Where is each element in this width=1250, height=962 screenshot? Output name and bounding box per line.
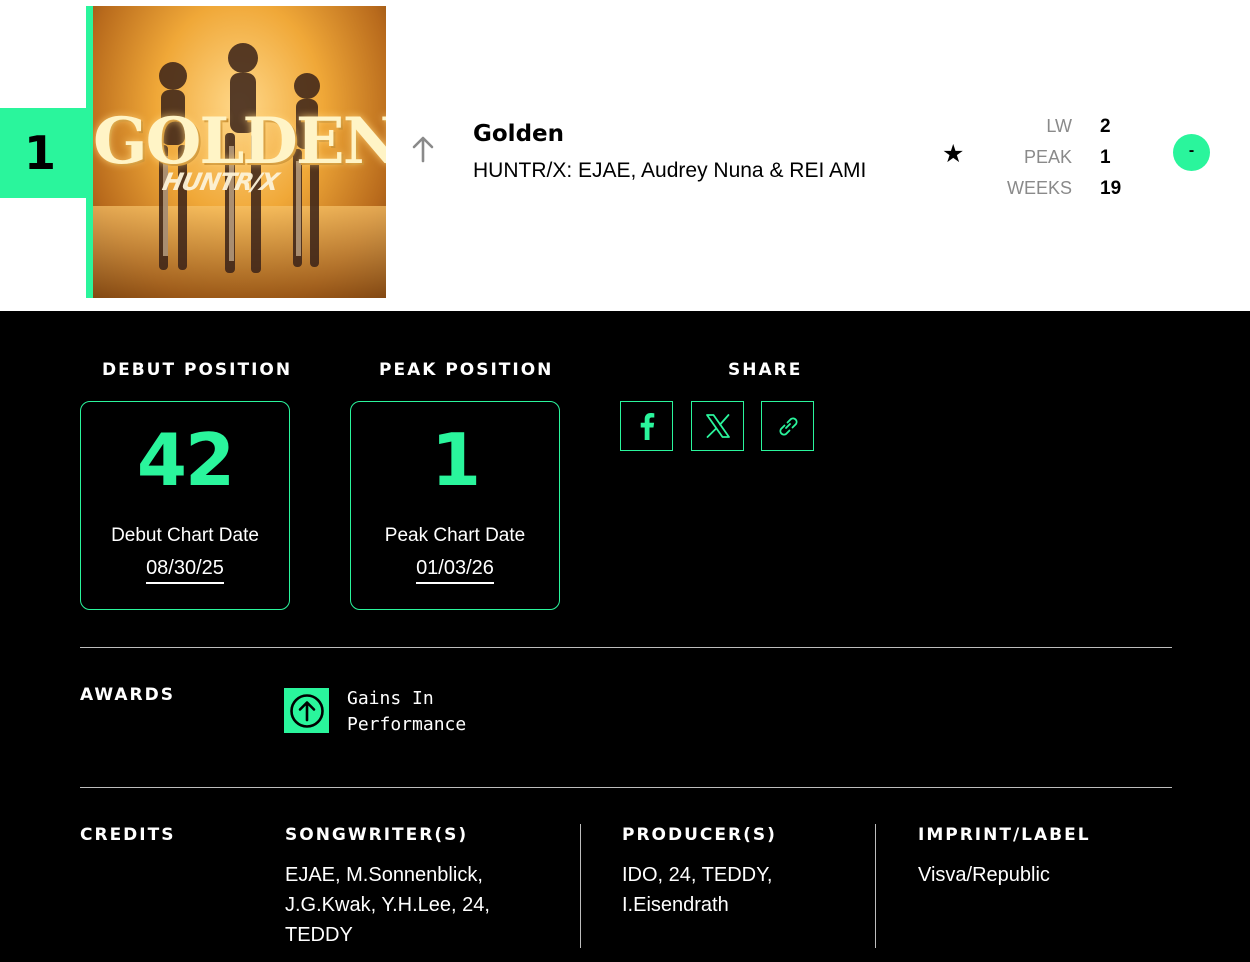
- award-line: Gains In: [347, 688, 434, 709]
- awards-heading: AWARDS: [80, 685, 175, 705]
- song-artist[interactable]: HUNTR/X: EJAE, Audrey Nuna & REI AMI: [473, 159, 866, 183]
- award-line: Performance: [347, 714, 467, 735]
- stat-label: PEAK: [1023, 147, 1072, 167]
- peak-position-number: 1: [430, 418, 481, 502]
- award-gains-in-performance: Gains In Performance: [347, 686, 547, 738]
- link-icon: [779, 417, 797, 436]
- stat-last-week: LW 2: [1000, 111, 1121, 142]
- collapse-toggle-button[interactable]: -: [1173, 134, 1210, 171]
- arrow-up-icon: [412, 136, 434, 163]
- star-icon: ★: [942, 139, 965, 168]
- cover-artist: HUNTR/X: [160, 168, 281, 196]
- share-facebook-button[interactable]: [620, 401, 673, 451]
- songwriters-list: EJAE, M.Sonnenblick, J.G.Kwak, Y.H.Lee, …: [285, 860, 490, 950]
- divider: [80, 787, 1172, 788]
- stat-weeks: WEEKS 19: [1000, 173, 1121, 204]
- imprint-label-heading: IMPRINT/LABEL: [918, 825, 1091, 845]
- album-cover[interactable]: GOLDEN HUNTR/X: [93, 6, 386, 298]
- song-title[interactable]: Golden: [473, 121, 564, 147]
- peak-position-heading: PEAK POSITION: [379, 360, 554, 380]
- chart-row[interactable]: 1 GOLDEN HUNTR/X Golden HUNTR/X: EJAE, A…: [0, 0, 1250, 311]
- peak-chart-date-link[interactable]: 01/03/26: [416, 557, 494, 584]
- credit-line: IDO, 24, TEDDY,: [622, 864, 773, 886]
- producers-heading: PRODUCER(S): [622, 825, 777, 845]
- debut-position-card: 42 Debut Chart Date 08/30/25: [80, 401, 290, 610]
- column-divider: [875, 824, 876, 948]
- songwriters-heading: SONGWRITER(S): [285, 825, 469, 845]
- share-x-button[interactable]: [691, 401, 744, 451]
- chart-stats: LW 2 PEAK 1 WEEKS 19: [1000, 111, 1121, 204]
- x-icon: [705, 414, 730, 438]
- stat-value: 2: [1100, 115, 1111, 137]
- stat-value: 1: [1100, 146, 1111, 168]
- credit-line: TEDDY: [285, 924, 353, 946]
- cover-accent-bar: [86, 6, 93, 298]
- credits-heading: CREDITS: [80, 825, 176, 845]
- credit-line: Visva/Republic: [918, 864, 1050, 886]
- divider: [80, 647, 1172, 648]
- stat-label: LW: [1046, 116, 1072, 136]
- debut-chart-date-link[interactable]: 08/30/25: [146, 557, 224, 584]
- peak-chart-date-label: Peak Chart Date: [384, 525, 526, 546]
- facebook-icon: [640, 413, 654, 440]
- share-heading: SHARE: [728, 360, 803, 380]
- stat-value: 19: [1100, 177, 1122, 199]
- debut-position-heading: DEBUT POSITION: [102, 360, 293, 380]
- arrow-up-circle-icon: [284, 688, 329, 733]
- stat-peak: PEAK 1: [1000, 142, 1121, 173]
- credit-line: EJAE, M.Sonnenblick,: [285, 864, 483, 886]
- rank-number: 1: [23, 126, 56, 180]
- share-link-button[interactable]: [761, 401, 814, 451]
- imprint-label-list: Visva/Republic: [918, 860, 1050, 890]
- rank-box: 1: [0, 108, 88, 198]
- producers-list: IDO, 24, TEDDY, I.Eisendrath: [622, 860, 772, 920]
- credit-line: I.Eisendrath: [622, 894, 729, 916]
- peak-position-card: 1 Peak Chart Date 01/03/26: [350, 401, 560, 610]
- debut-position-number: 42: [136, 418, 235, 502]
- credit-line: J.G.Kwak, Y.H.Lee, 24,: [285, 894, 490, 916]
- debut-chart-date-label: Debut Chart Date: [111, 525, 259, 546]
- stat-label: WEEKS: [1006, 178, 1072, 198]
- column-divider: [580, 824, 581, 948]
